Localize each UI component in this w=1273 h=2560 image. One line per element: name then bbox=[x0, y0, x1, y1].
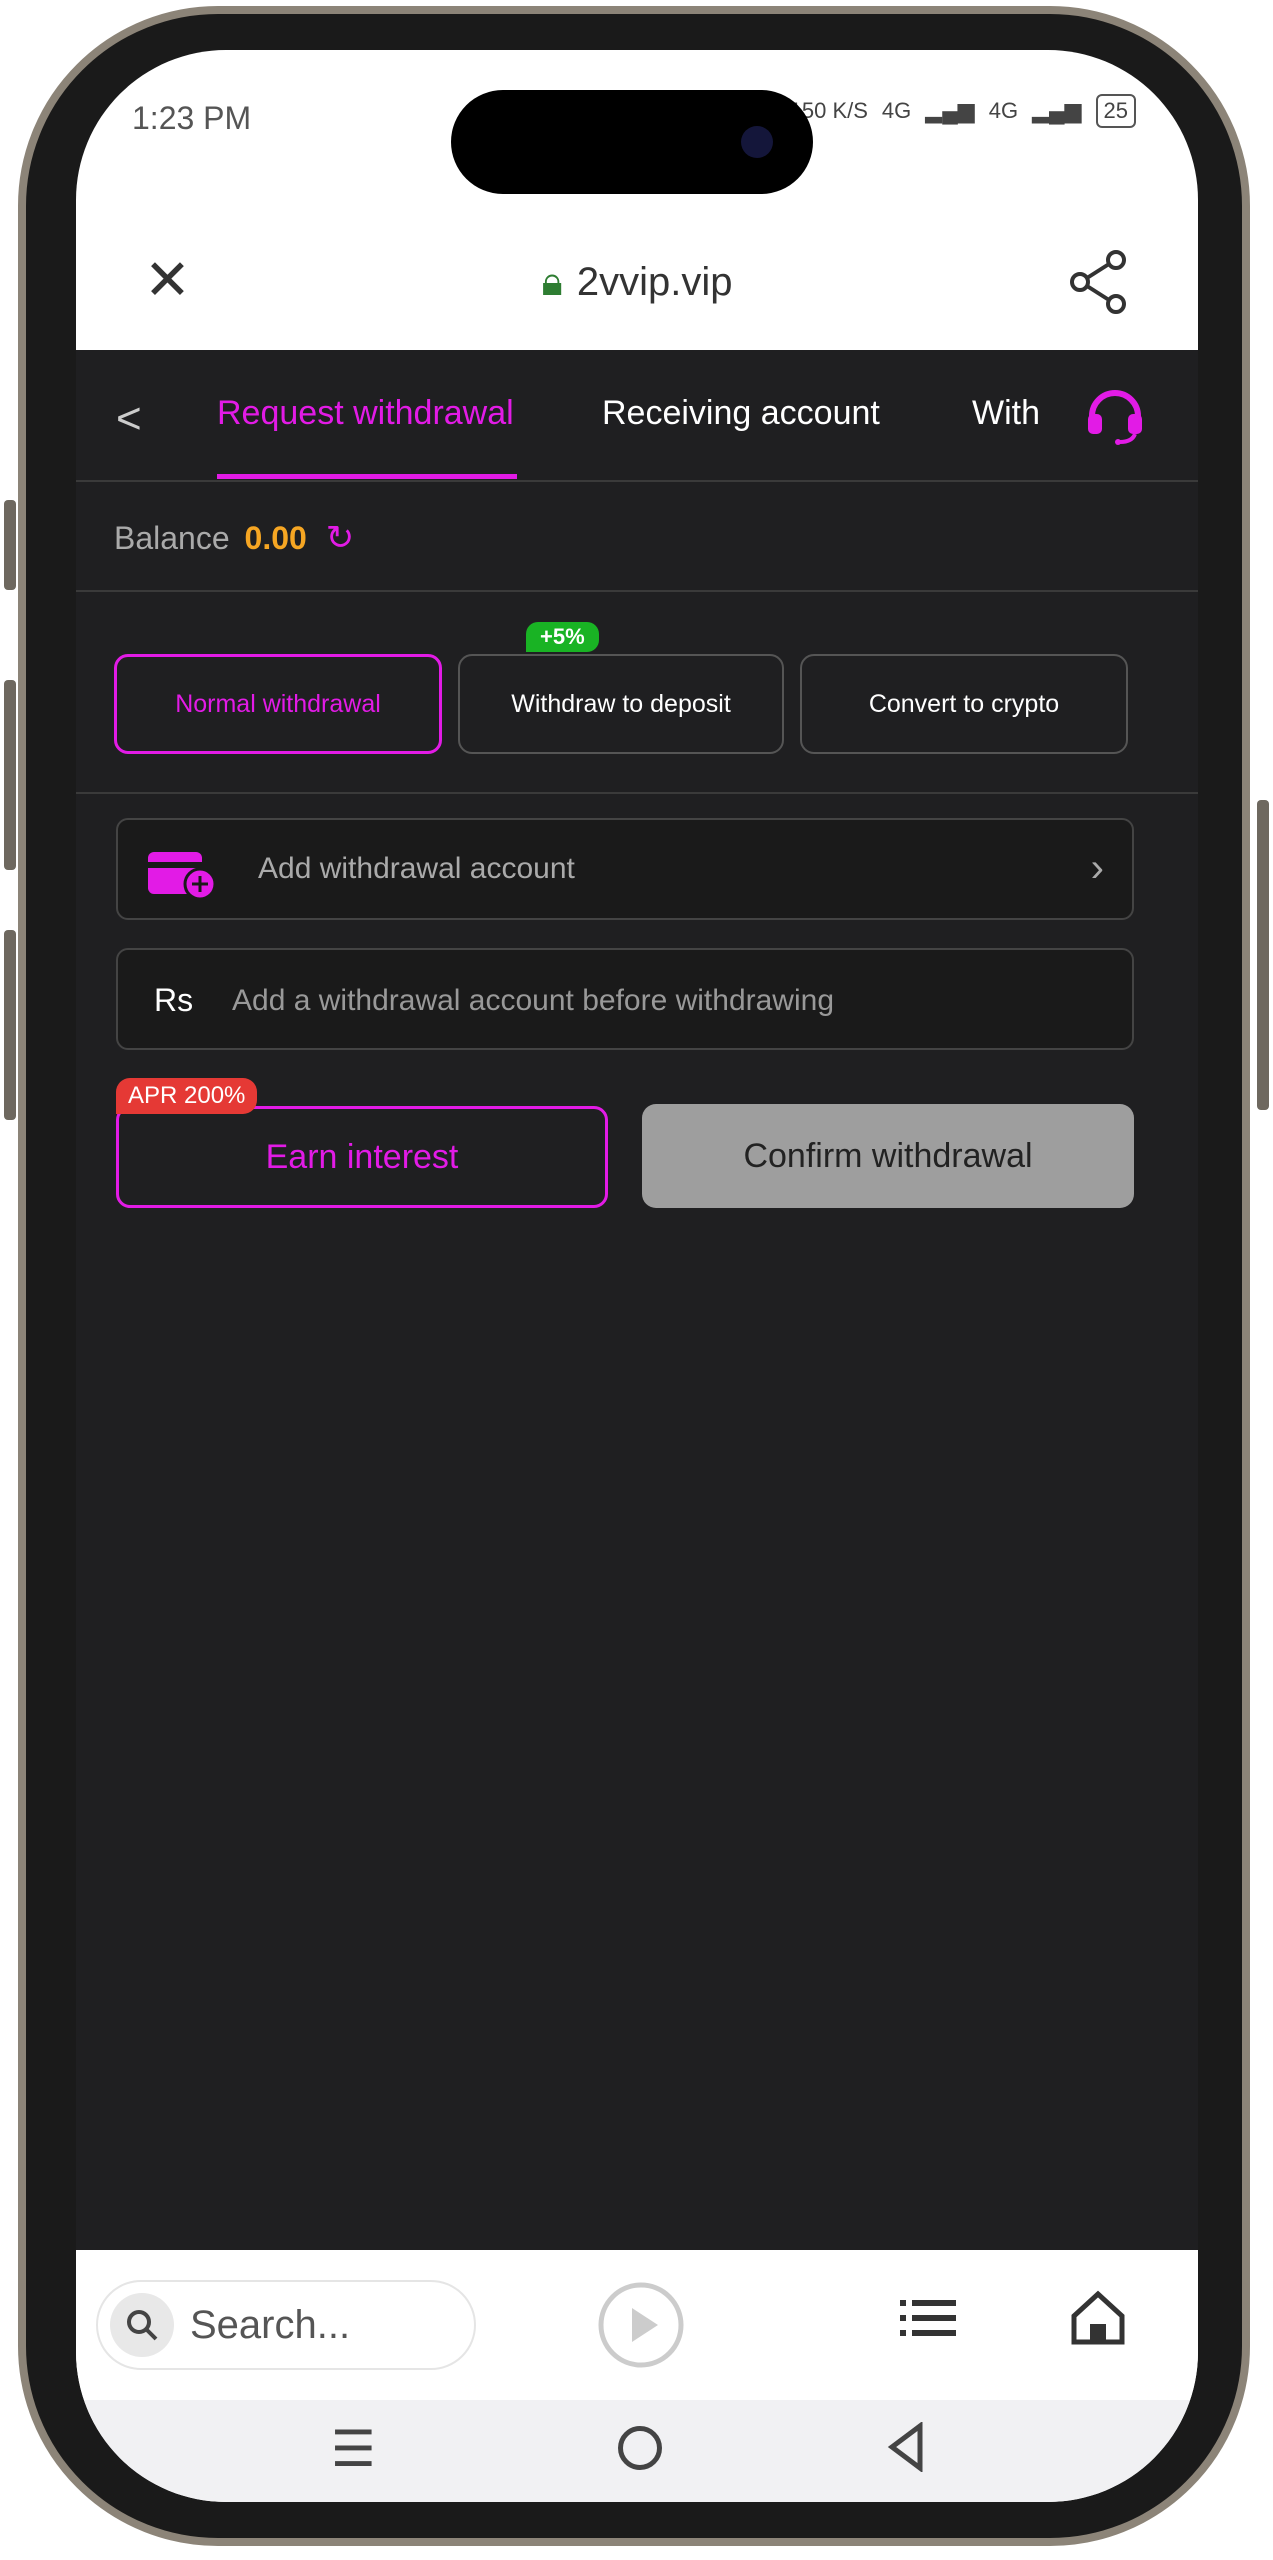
back-chevron-icon[interactable]: < bbox=[116, 394, 142, 444]
active-tab-indicator bbox=[217, 474, 517, 479]
wallet-add-icon bbox=[148, 848, 218, 905]
network-type: 4G bbox=[881, 98, 912, 123]
balance-row: Balance 0.00 ↻ bbox=[76, 480, 1198, 592]
browser-bottom-nav: Search... bbox=[76, 2250, 1198, 2400]
earn-interest-button[interactable]: Earn interest bbox=[116, 1106, 608, 1208]
share-icon[interactable] bbox=[1068, 250, 1128, 319]
system-home-icon[interactable] bbox=[618, 2426, 662, 2470]
recent-apps-icon[interactable]: ☰ bbox=[331, 2420, 376, 2478]
balance-container: Balance 0.00 ↻ bbox=[114, 518, 354, 558]
withdraw-to-deposit-button[interactable]: Withdraw to deposit bbox=[458, 654, 784, 754]
add-account-label: Add withdrawal account bbox=[258, 852, 575, 885]
search-placeholder: Search... bbox=[190, 2302, 351, 2347]
add-withdrawal-account-row[interactable]: Add withdrawal account › bbox=[116, 818, 1134, 920]
system-nav-bar: ☰ bbox=[76, 2400, 1198, 2502]
headset-icon[interactable] bbox=[1082, 380, 1148, 451]
convert-to-crypto-button[interactable]: Convert to crypto bbox=[800, 654, 1128, 754]
amount-row: Rs bbox=[116, 948, 1134, 1050]
refresh-icon[interactable]: ↻ bbox=[326, 519, 355, 557]
withdraw-app: < Request withdrawal Receiving account W… bbox=[76, 350, 1198, 2250]
signal-icon: ▂▄▆ bbox=[925, 98, 975, 123]
balance-label: Balance bbox=[114, 520, 230, 556]
url-text: 2vvip.vip bbox=[576, 260, 733, 304]
tab-withdrawal-history[interactable]: With bbox=[972, 394, 1040, 433]
browser-bar: ✕ 🔒︎ 2vvip.vip bbox=[76, 200, 1198, 350]
network-type-2: 4G bbox=[988, 98, 1019, 123]
withdraw-type-selector: Normal withdrawal Withdraw to deposit +5… bbox=[76, 592, 1198, 794]
tab-request-withdrawal[interactable]: Request withdrawal bbox=[217, 394, 514, 433]
search-bar[interactable]: Search... bbox=[96, 2280, 476, 2370]
confirm-withdrawal-button[interactable]: Confirm withdrawal bbox=[642, 1104, 1134, 1208]
tab-receiving-account[interactable]: Receiving account bbox=[602, 394, 880, 433]
balance-value: 0.00 bbox=[244, 520, 307, 556]
home-icon[interactable] bbox=[1070, 2290, 1126, 2351]
chevron-right-icon: › bbox=[1090, 846, 1104, 890]
lock-icon: 🔒︎ bbox=[541, 260, 563, 304]
side-button bbox=[4, 500, 16, 590]
side-button bbox=[1257, 800, 1269, 1110]
url-bar[interactable]: 🔒︎ 2vvip.vip bbox=[76, 260, 1198, 305]
tab-bar: < Request withdrawal Receiving account W… bbox=[76, 350, 1198, 482]
apr-badge: APR 200% bbox=[116, 1078, 258, 1114]
status-time: 1:23 PM bbox=[132, 100, 252, 136]
signal-icon: ▂▄▆ bbox=[1032, 98, 1082, 123]
dynamic-island bbox=[451, 90, 813, 194]
side-button bbox=[4, 930, 16, 1120]
play-icon[interactable] bbox=[596, 2280, 686, 2375]
normal-withdrawal-button[interactable]: Normal withdrawal bbox=[114, 654, 442, 754]
currency-label: Rs bbox=[154, 982, 194, 1018]
system-back-icon[interactable] bbox=[886, 2421, 926, 2477]
bonus-badge: +5% bbox=[526, 622, 599, 652]
search-icon bbox=[110, 2293, 174, 2357]
phone-screen: 1:23 PM ((•)) 150 K/S 4G ▂▄▆ 4G ▂▄▆ 25 ✕… bbox=[76, 50, 1198, 2502]
camera-icon bbox=[741, 126, 773, 158]
amount-input[interactable] bbox=[230, 978, 1094, 1024]
side-button bbox=[4, 680, 16, 870]
battery-icon: 25 bbox=[1095, 94, 1136, 128]
list-icon[interactable] bbox=[900, 2298, 956, 2343]
